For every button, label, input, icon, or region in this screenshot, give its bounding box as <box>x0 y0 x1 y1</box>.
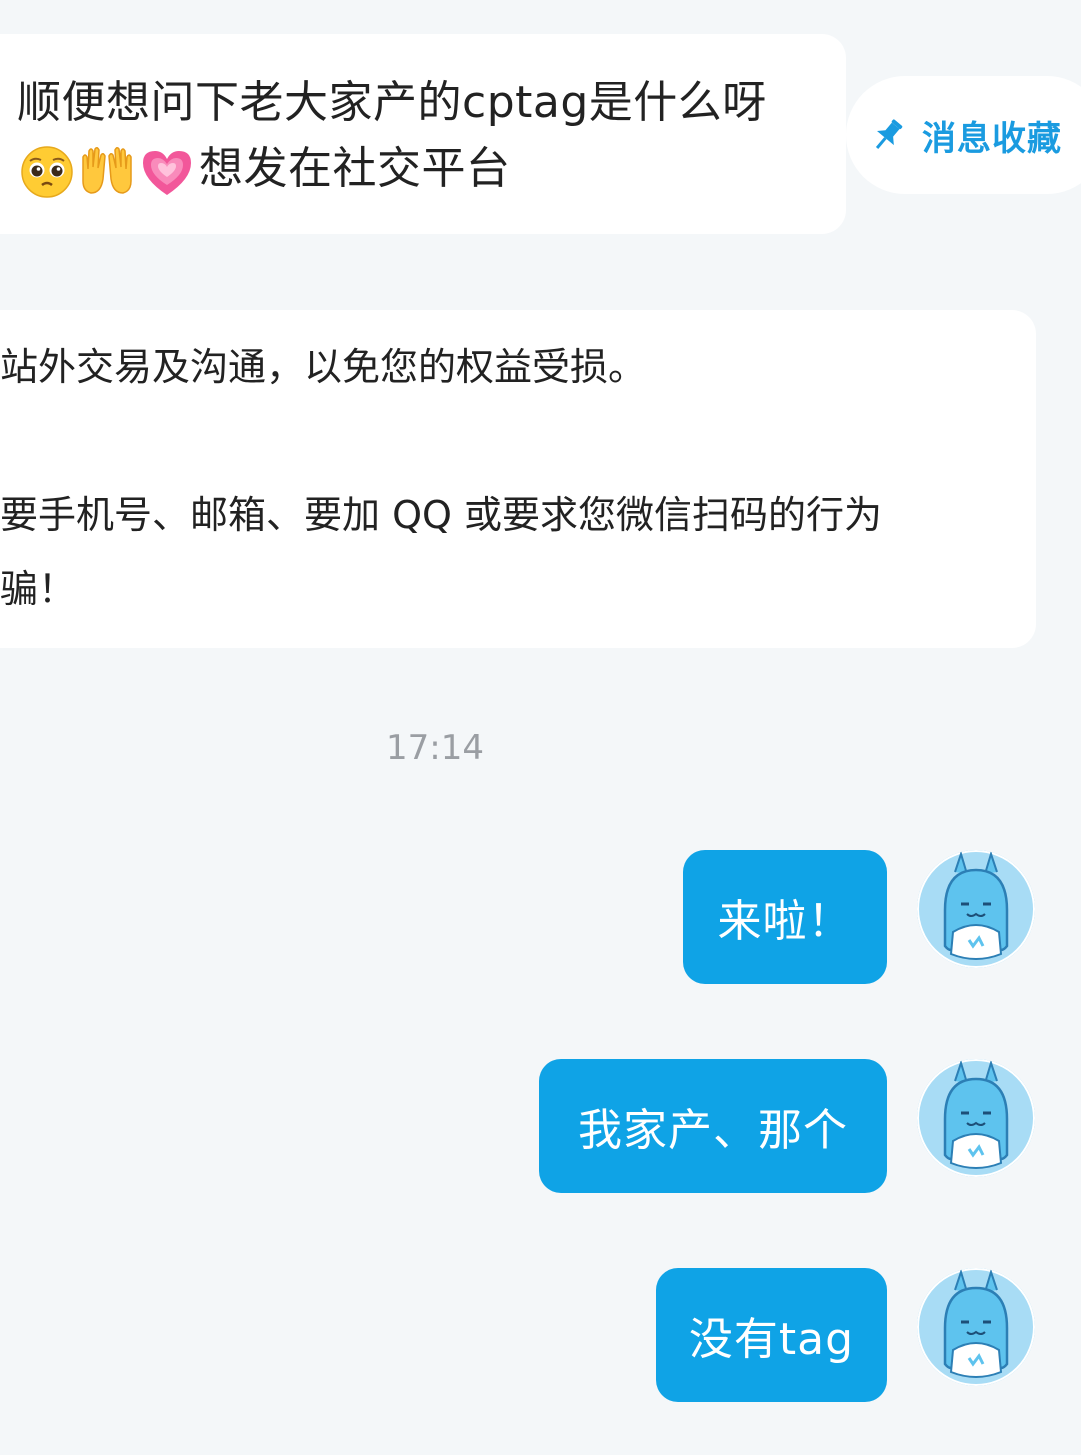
outgoing-message-bubble[interactable]: 没有tag <box>656 1268 887 1402</box>
favorite-message-button[interactable]: 消息收藏 <box>846 76 1081 194</box>
outgoing-message-bubble[interactable]: 我家产、那个 <box>539 1059 887 1193</box>
avatar[interactable] <box>917 1268 1035 1386</box>
pin-icon <box>875 119 903 149</box>
notice-line-3: 骗！ <box>0 567 77 611</box>
favorite-label: 消息收藏 <box>922 118 1062 159</box>
outgoing-message-row: 我家产、那个 <box>539 1059 1035 1193</box>
blue-rabbit-avatar-icon <box>917 1059 1035 1177</box>
emoji-group <box>17 141 197 201</box>
system-notice-bubble: 站外交易及沟通，以免您的权益受损。 要手机号、邮箱、要加 QQ 或要求您微信扫码… <box>0 310 1036 648</box>
message-timestamp: 17:14 <box>386 728 484 768</box>
blue-rabbit-avatar-icon <box>917 850 1035 968</box>
pleading-face-emoji-icon <box>21 146 73 198</box>
notice-gap <box>0 404 1036 478</box>
incoming-message-line2-wrap: 想发在社交平台 <box>17 136 826 202</box>
incoming-message-line1: 顺便想问下老大家产的cptag是什么呀 <box>17 77 767 128</box>
blue-rabbit-avatar-icon <box>917 1268 1035 1386</box>
outgoing-message-row: 没有tag <box>656 1268 1035 1402</box>
raised-hands-emoji-icon <box>82 146 132 194</box>
notice-line-1: 站外交易及沟通，以免您的权益受损。 <box>0 345 647 389</box>
avatar[interactable] <box>917 850 1035 968</box>
incoming-message-bubble[interactable]: 顺便想问下老大家产的cptag是什么呀 想发在社交平台 <box>0 34 846 234</box>
incoming-message-line2: 想发在社交平台 <box>199 143 511 194</box>
outgoing-message-bubble[interactable]: 来啦！ <box>683 850 887 984</box>
outgoing-message-row: 来啦！ <box>683 850 1035 984</box>
growing-heart-emoji-icon <box>143 151 191 195</box>
avatar[interactable] <box>917 1059 1035 1177</box>
notice-line-2: 要手机号、邮箱、要加 QQ 或要求您微信扫码的行为 <box>0 493 882 537</box>
